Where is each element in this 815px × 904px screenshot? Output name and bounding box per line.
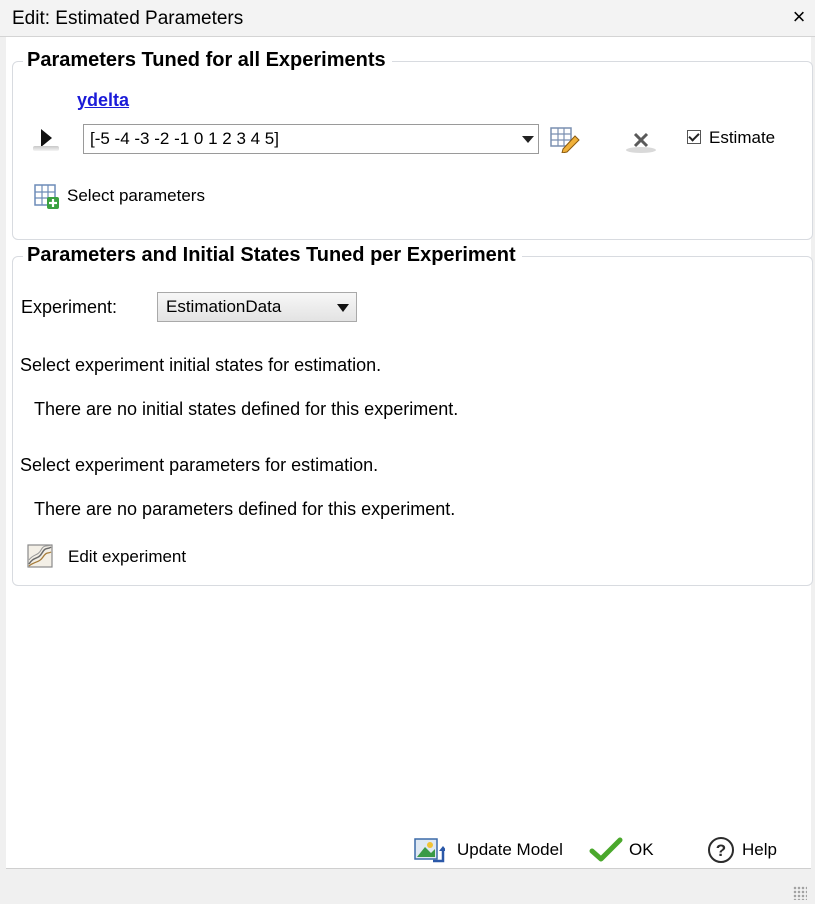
table-plus-icon[interactable] [33,183,61,211]
chevron-down-icon[interactable] [337,304,349,312]
experiment-parameters-title: Parameters and Initial States Tuned per … [23,244,522,267]
chevron-down-icon[interactable] [522,136,534,143]
experiment-parameters-group: Parameters and Initial States Tuned per … [12,244,813,586]
ok-button[interactable]: OK [629,840,654,860]
global-parameters-title: Parameters Tuned for all Experiments [23,49,392,72]
estimate-checkbox[interactable] [687,130,701,144]
update-model-icon[interactable] [413,835,447,865]
close-button[interactable]: × [787,4,811,30]
states-heading: Select experiment initial states for est… [20,355,382,375]
experiment-select[interactable]: EstimationData [157,292,357,322]
edit-table-icon[interactable] [549,125,581,154]
estimate-label: Estimate [709,128,776,147]
expand-shadow [33,146,59,151]
help-icon[interactable]: ? [706,835,736,865]
params-heading: Select experiment parameters for estimat… [20,455,379,475]
status-bar [6,868,811,904]
help-button[interactable]: Help [742,840,777,860]
title-bar: Edit: Estimated Parameters × [0,0,815,37]
experiment-select-value[interactable]: EstimationData [166,297,281,317]
parameter-value-combo[interactable]: [-5 -4 -3 -2 -1 0 1 2 3 4 5] [83,124,539,154]
params-message: There are no parameters defined for this… [34,499,456,519]
parameter-value-text[interactable]: [-5 -4 -3 -2 -1 0 1 2 3 4 5] [90,129,279,149]
window-title: Edit: Estimated Parameters [12,8,244,29]
parameter-name-link[interactable]: ydelta [77,90,129,111]
edit-experiment-button[interactable]: Edit experiment [68,547,186,567]
global-parameters-group: Parameters Tuned for all Experiments yde… [12,49,813,240]
delete-icon[interactable] [625,126,659,156]
update-model-button[interactable]: Update Model [457,840,563,860]
experiment-label: Experiment: [21,297,118,317]
resize-grip-icon[interactable] [793,886,807,900]
svg-text:?: ? [716,841,726,860]
checkmark-icon[interactable] [589,836,623,864]
select-parameters-button[interactable]: Select parameters [67,186,205,206]
expand-icon[interactable] [41,129,52,147]
edit-experiment-icon[interactable] [26,542,56,572]
dialog-body: Parameters Tuned for all Experiments yde… [6,37,813,868]
states-message: There are no initial states defined for … [34,399,459,419]
